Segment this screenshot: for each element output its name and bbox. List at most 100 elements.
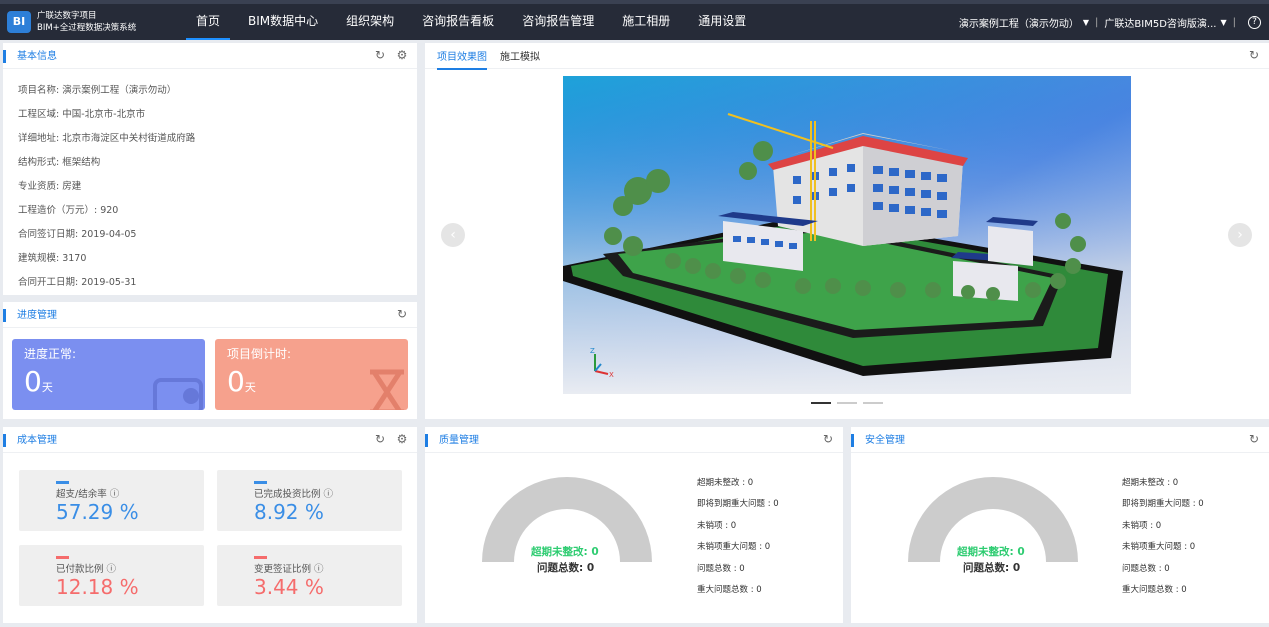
chevron-down-icon[interactable]: ▼ [1083,18,1089,27]
gauge-total-label: 问题总数: 0 [537,562,595,574]
carousel-dot-2[interactable] [837,402,857,404]
stat-item: 未销项 : 0 [697,520,737,531]
kpi-accent-bar [254,481,267,484]
gear-icon[interactable]: ⚙ [395,432,409,446]
stat-item: 未销项重大问题 : 0 [1122,542,1196,553]
stat-item: 未销项 : 0 [1122,520,1162,531]
info-row-structure: 结构形式: 框架结构 [18,157,101,168]
kpi-label: 已付款比例 ⓘ [56,564,117,575]
carousel-dot-3[interactable] [863,402,883,404]
panel-header: 质量管理 ↻ [425,427,843,453]
stat-item: 即将到期重大问题 : 0 [1122,499,1204,510]
panel-title: 基本信息 [3,50,57,63]
cost-panel: 成本管理 ↻ ⚙ 超支/结余率 ⓘ 57.29 % 已完成投资比例 ⓘ 8.92… [3,427,417,623]
safety-panel: 安全管理 ↻ 超期未整改: 0 问题总数: 0 超期未整改 : 0 即将到期重大… [851,427,1269,623]
nav-organization[interactable]: 组织架构 [336,4,404,40]
kpi-value: 3.44 % [254,575,324,599]
info-row-cost: 工程造价（万元）: 920 [18,205,119,216]
kpi-label: 变更签证比例 ⓘ [254,564,324,575]
nav-report-board[interactable]: 咨询报告看板 [412,4,504,40]
progress-normal-card[interactable]: 进度正常: 0天 [12,339,205,410]
refresh-icon[interactable]: ↻ [373,48,387,62]
quality-stats-list: 超期未整改 : 0 即将到期重大问题 : 0 未销项 : 0 未销项重大问题 :… [697,473,779,601]
stat-item: 重大问题总数 : 0 [1122,585,1187,596]
refresh-icon[interactable]: ↻ [373,432,387,446]
info-row-address: 详细地址: 北京市海淀区中关村街道成府路 [18,133,196,144]
panel-title: 成本管理 [3,434,57,447]
card-value: 0天 [24,365,53,398]
basic-info-panel: 基本信息 ↻ ⚙ 项目名称: 演示案例工程（演示勿动） 工程区域: 中国-北京市… [3,43,417,295]
carousel-prev-button[interactable]: ‹ [441,223,465,247]
card-value: 0天 [227,365,256,398]
panel-title: 质量管理 [425,434,479,447]
kpi-change-visa: 变更签证比例 ⓘ 3.44 % [217,545,402,606]
stat-item: 问题总数 : 0 [697,563,745,574]
panel-header: 成本管理 ↻ ⚙ [3,427,417,453]
axis-x-label: X [609,371,614,379]
refresh-icon[interactable]: ↻ [1247,48,1261,62]
stat-item: 即将到期重大问题 : 0 [697,499,779,510]
stat-item: 问题总数 : 0 [1122,563,1170,574]
refresh-icon[interactable]: ↻ [821,432,835,446]
header-right: 演示案例工程（演示勿动） ▼ | 广联达BIM5D咨询版演... ▼ | ? [959,4,1261,40]
org-select[interactable]: 广联达BIM5D咨询版演... [1104,15,1216,30]
tab-construction-simulation[interactable]: 施工模拟 [500,51,540,68]
panel-header: 安全管理 ↻ [851,427,1269,453]
nav-home[interactable]: 首页 [186,4,231,40]
main-nav: 首页 BIM数据中心 组织架构 咨询报告看板 咨询报告管理 施工相册 通用设置 [186,4,764,40]
nav-bim-data-center[interactable]: BIM数据中心 [238,4,328,40]
kpi-overspend-rate: 超支/结余率 ⓘ 57.29 % [19,470,204,531]
card-label: 项目倒计时: [227,347,292,361]
panel-title: 进度管理 [3,309,57,322]
divider: | [1232,16,1236,28]
wallet-icon [153,378,203,410]
brand-title-line2: BIM+全过程数据决策系统 [37,23,137,33]
info-row-scale: 建筑规模: 3170 [18,253,87,264]
kpi-accent-bar [254,556,267,559]
info-row-start-date: 合同开工日期: 2019-05-31 [18,277,137,288]
gauge-overdue-label: 超期未整改: 0 [531,546,599,558]
carousel-dot-1[interactable] [811,402,831,404]
quality-panel: 质量管理 ↻ 超期未整改: 0 问题总数: 0 超期未整改 : 0 即将到期重大… [425,427,843,623]
tab-project-render[interactable]: 项目效果图 [437,51,487,70]
project-select[interactable]: 演示案例工程（演示勿动） [959,15,1079,30]
kpi-label: 超支/结余率 ⓘ [56,489,120,500]
kpi-invest-complete: 已完成投资比例 ⓘ 8.92 % [217,470,402,531]
card-label: 进度正常: [24,347,77,361]
kpi-value: 8.92 % [254,500,324,524]
gauge-overdue-label: 超期未整改: 0 [957,546,1025,558]
help-icon[interactable]: ? [1248,15,1261,29]
nav-construction-album[interactable]: 施工相册 [612,4,680,40]
top-navigation-bar: BI 广联达数字项目 BIM+全过程数据决策系统 首页 BIM数据中心 组织架构… [0,0,1269,40]
kpi-value: 57.29 % [56,500,139,524]
info-row-project-name: 项目名称: 演示案例工程（演示勿动） [18,85,177,96]
panel-header: 基本信息 ↻ ⚙ [3,43,417,69]
info-row-qualification: 专业资质: 房建 [18,181,82,192]
kpi-value: 12.18 % [56,575,139,599]
stat-item: 超期未整改 : 0 [697,478,754,488]
panel-header: 进度管理 ↻ [3,302,417,328]
kpi-accent-bar [56,481,69,484]
project-countdown-card[interactable]: 项目倒计时: 0天 [215,339,408,410]
refresh-icon[interactable]: ↻ [1247,432,1261,446]
refresh-icon[interactable]: ↻ [395,307,409,321]
gauge-total-label: 问题总数: 0 [963,562,1021,574]
info-row-region: 工程区域: 中国-北京市-北京市 [18,109,146,120]
kpi-accent-bar [56,556,69,559]
kpi-paid-ratio: 已付款比例 ⓘ 12.18 % [19,545,204,606]
brand-title: 广联达数字项目 BIM+全过程数据决策系统 [37,10,136,34]
stat-item: 未销项重大问题 : 0 [697,542,771,553]
panel-title: 安全管理 [851,434,905,447]
chevron-down-icon[interactable]: ▼ [1220,18,1226,27]
carousel-next-button[interactable]: › [1228,223,1252,247]
hourglass-icon [370,369,404,410]
panel-header: 项目效果图 施工模拟 ↻ [425,43,1269,70]
gear-icon[interactable]: ⚙ [395,48,409,62]
info-row-contract-date: 合同签订日期: 2019-04-05 [18,229,137,240]
app-logo[interactable]: BI [7,11,31,33]
nav-general-settings[interactable]: 通用设置 [688,4,756,40]
project-render-image: Z X [563,76,1131,394]
nav-report-management[interactable]: 咨询报告管理 [512,4,604,40]
kpi-label: 已完成投资比例 ⓘ [254,489,334,500]
safety-stats-list: 超期未整改 : 0 即将到期重大问题 : 0 未销项 : 0 未销项重大问题 :… [1122,473,1204,601]
